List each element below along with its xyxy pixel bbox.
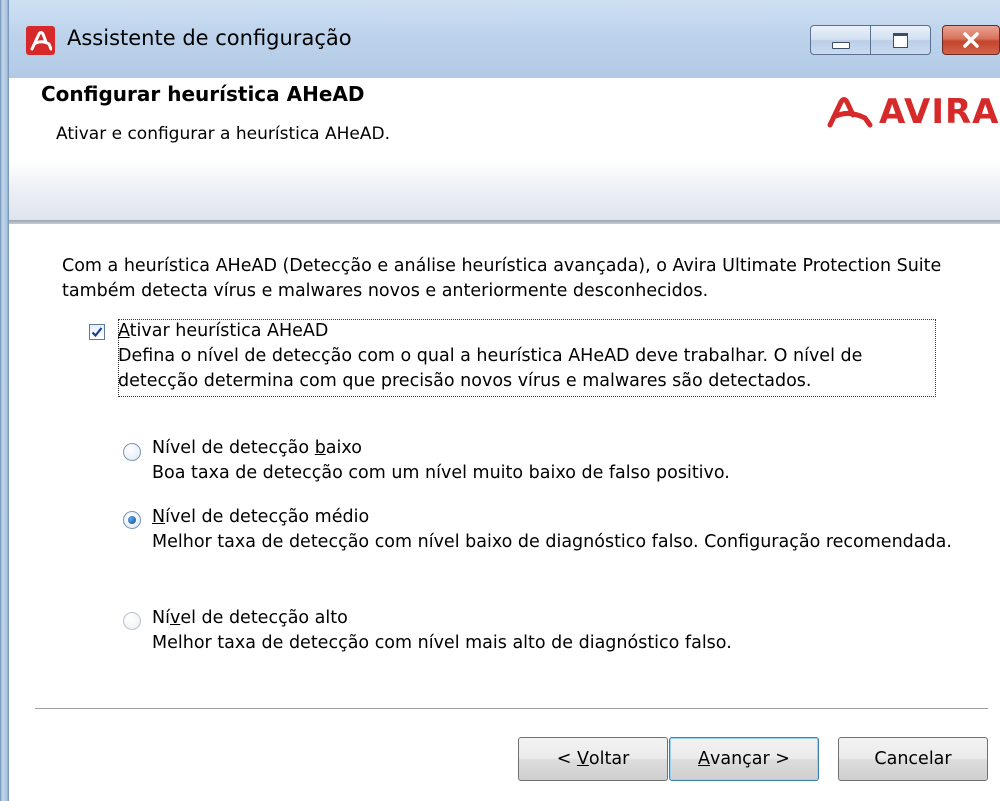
- checkmark-icon: [91, 327, 103, 338]
- maximize-icon: [893, 32, 908, 48]
- radio-level-high-label[interactable]: Nível de detecção alto: [152, 608, 348, 628]
- ahead-checkbox[interactable]: [89, 324, 105, 340]
- maximize-button[interactable]: [870, 25, 931, 55]
- avira-app-icon: [26, 26, 55, 55]
- radio-level-low-description: Boa taxa de detecção com um nível muito …: [152, 463, 730, 483]
- ahead-checkbox-label-block[interactable]: Ativar heurística AHeAD Defina o nível d…: [118, 319, 936, 394]
- next-button[interactable]: Avançar >: [669, 737, 819, 781]
- close-button[interactable]: [942, 25, 1000, 55]
- window-frame-left: [0, 0, 9, 801]
- header-divider: [9, 220, 1000, 224]
- minimize-icon: [831, 41, 850, 49]
- page-title: Configurar heurística AHeAD: [41, 82, 365, 106]
- window-title: Assistente de configuração: [67, 26, 352, 50]
- radio-level-medium[interactable]: [123, 511, 141, 529]
- close-icon: [963, 32, 979, 48]
- header-gradient-band: [9, 160, 1000, 220]
- option-level-low[interactable]: Nível de detecção baixo Boa taxa de dete…: [152, 436, 952, 486]
- intro-text: Com a heurística AHeAD (Detecção e análi…: [62, 256, 942, 301]
- option-level-high[interactable]: Nível de detecção alto Melhor taxa de de…: [152, 606, 952, 656]
- avira-wordmark: AVIRA: [879, 92, 1000, 132]
- minimize-button[interactable]: [810, 25, 871, 55]
- footer-separator: [35, 708, 988, 712]
- back-button[interactable]: < Voltar: [518, 737, 668, 781]
- cancel-button[interactable]: Cancelar: [838, 737, 988, 781]
- ahead-checkbox-description: Defina o nível de detecção com o qual a …: [118, 346, 863, 391]
- title-bar[interactable]: Assistente de configuração: [9, 0, 1000, 78]
- radio-level-low-label[interactable]: Nível de detecção baixo: [152, 438, 362, 458]
- radio-level-medium-label[interactable]: Nível de detecção médio: [152, 507, 369, 527]
- avira-umbrella-icon: [827, 97, 873, 128]
- radio-level-high[interactable]: [123, 612, 141, 630]
- option-level-medium[interactable]: Nível de detecção médio Melhor taxa de d…: [152, 505, 952, 555]
- page-subtitle: Ativar e configurar a heurística AHeAD.: [56, 124, 390, 144]
- radio-level-high-description: Melhor taxa de detecção com nível mais a…: [152, 633, 732, 653]
- radio-level-low[interactable]: [123, 443, 141, 461]
- radio-level-medium-description: Melhor taxa de detecção com nível baixo …: [152, 532, 952, 552]
- ahead-checkbox-label[interactable]: Ativar heurística AHeAD: [118, 321, 328, 341]
- avira-logo: AVIRA: [827, 92, 999, 132]
